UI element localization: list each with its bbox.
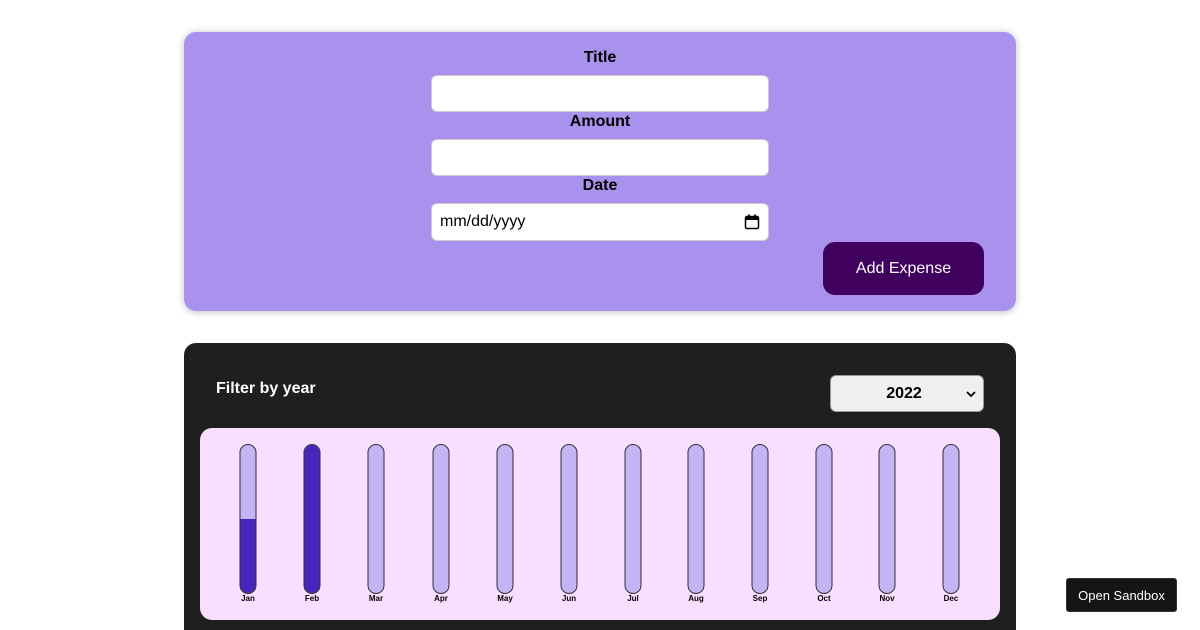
chart-bar-label: Mar [368,594,384,603]
chart-bar-label: May [497,594,513,603]
expenses-chart: Jan Feb Mar Apr May Jun Jul Aug Sep Oct Nov Dec [200,428,1000,620]
chart-bar-track [751,444,769,594]
chart-bar-jun: Jun [553,444,585,618]
chart-bar-jan: Jan [232,444,264,618]
open-sandbox-button[interactable]: Open Sandbox [1066,578,1177,612]
chart-bar-label: Apr [434,594,448,603]
chart-bar-may: May [489,444,521,618]
chart-bar-fill [304,445,320,593]
chart-bar-track [560,444,578,594]
date-label: Date [582,177,618,194]
chart-bar-dec: Dec [935,444,967,618]
amount-label: Amount [569,113,631,130]
chart-bar-fill [240,519,256,593]
calendar-icon[interactable] [744,214,760,230]
chart-bar-label: Jul [627,594,639,603]
chart-bar-apr: Apr [425,444,457,618]
chart-bar-aug: Aug [680,444,712,618]
chart-bar-label: Jan [241,594,255,603]
chart-bar-label: Nov [879,594,895,603]
chevron-down-icon [966,391,976,398]
chart-bar-track [496,444,514,594]
title-input[interactable] [431,75,769,112]
add-expense-button[interactable]: Add Expense [823,242,984,295]
chart-bar-track [815,444,833,594]
filter-label: Filter by year [216,380,316,397]
chart-bar-track [367,444,385,594]
new-expense-form: Title Amount Date mm/dd/yyyy Add Expense [184,32,1016,311]
chart-bar-track [942,444,960,594]
chart-bar-sep: Sep [744,444,776,618]
year-select-value: 2022 [886,384,922,402]
chart-bar-mar: Mar [360,444,392,618]
chart-bar-label: Oct [817,594,831,603]
chart-bar-label: Jun [561,594,577,603]
date-placeholder: mm/dd/yyyy [440,213,526,230]
chart-bar-jul: Jul [617,444,649,618]
chart-bar-label: Sep [752,594,768,603]
chart-bar-track [878,444,896,594]
chart-bar-label: Dec [943,594,959,603]
chart-bar-oct: Oct [808,444,840,618]
chart-bar-feb: Feb [296,444,328,618]
chart-bar-track [624,444,642,594]
chart-bar-nov: Nov [871,444,903,618]
page: Title Amount Date mm/dd/yyyy Add Expense… [0,0,1200,630]
chart-bar-track [432,444,450,594]
title-label: Title [583,49,617,66]
year-select[interactable]: 2022 [830,375,984,412]
chart-bar-label: Feb [304,594,320,603]
amount-input[interactable] [431,139,769,176]
chart-bar-track [687,444,705,594]
chart-bar-label: Aug [688,594,704,603]
date-input[interactable]: mm/dd/yyyy [431,203,769,241]
chart-bar-track [303,444,321,594]
expenses-card: Filter by year 2022 Jan Feb Mar Apr May Jun Ju… [184,343,1016,630]
chart-bar-track [239,444,257,594]
